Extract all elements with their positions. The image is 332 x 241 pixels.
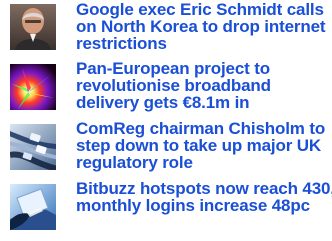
news-item: ComReg chairman Chisholm to step down to…: [0, 120, 332, 180]
news-item: Google exec Eric Schmidt calls on North …: [0, 0, 332, 60]
news-item: Pan-European project to revolutionise br…: [0, 60, 332, 120]
network-cables-thumbnail-icon[interactable]: [10, 124, 56, 170]
portrait-thumbnail-icon[interactable]: [10, 4, 56, 50]
news-list: Google exec Eric Schmidt calls on North …: [0, 0, 332, 241]
headline-link[interactable]: Google exec Eric Schmidt calls on North …: [76, 1, 332, 59]
news-item: Bitbuzz hotspots now reach 430, monthly …: [0, 180, 332, 241]
headline-link[interactable]: Pan-European project to revolutionise br…: [76, 60, 332, 120]
headline-link[interactable]: ComReg chairman Chisholm to step down to…: [76, 120, 332, 180]
colorful-light-burst-thumbnail-icon[interactable]: [10, 64, 56, 110]
laptop-user-thumbnail-icon[interactable]: [10, 184, 56, 230]
headline-link[interactable]: Bitbuzz hotspots now reach 430, monthly …: [76, 180, 332, 241]
